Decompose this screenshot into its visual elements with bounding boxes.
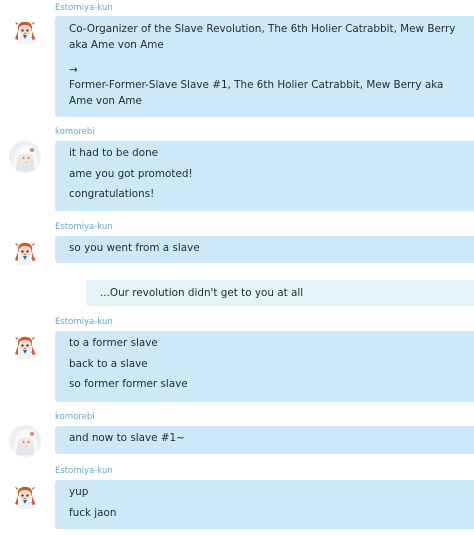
message-text: congratulations! bbox=[69, 188, 155, 200]
chibi-redhead-avatar-icon[interactable] bbox=[9, 480, 41, 512]
white-haired-girl-avatar-icon[interactable] bbox=[9, 141, 41, 173]
chibi-redhead-avatar-icon[interactable] bbox=[9, 330, 41, 362]
message-text: Co-Organizer of the Slave Revolution, Th… bbox=[69, 23, 456, 51]
message-text: to a former slave bbox=[69, 337, 158, 349]
chibi-redhead-avatar-icon[interactable] bbox=[9, 15, 41, 47]
system-message-bubble: ...Our revolution didn't get to you at a… bbox=[86, 280, 474, 306]
message-text: fuck jaon bbox=[69, 506, 117, 519]
message-text: Former-Former-Slave Slave #1, The 6th Ho… bbox=[69, 79, 444, 107]
sender-name[interactable]: komorebi bbox=[55, 127, 95, 137]
message-text: it had to be done bbox=[69, 147, 159, 159]
sender-name[interactable]: Estomiya-kun bbox=[55, 466, 113, 476]
sender-name[interactable]: Estomiya-kun bbox=[55, 222, 113, 232]
sender-name[interactable]: Estomiya-kun bbox=[55, 3, 113, 13]
sender-name[interactable]: komorebi bbox=[55, 412, 95, 422]
message-text: ame you got promoted! bbox=[69, 167, 193, 180]
chat-log: Estomiya-kun Co-Organizer of the Slave R… bbox=[0, 0, 474, 535]
message-text: and now to slave #1~ bbox=[69, 432, 185, 444]
white-haired-girl-avatar-icon[interactable] bbox=[9, 425, 41, 457]
message-bubble: Co-Organizer of the Slave Revolution, Th… bbox=[55, 16, 474, 117]
message-bubble: it had to be done ame you got promoted! … bbox=[55, 141, 474, 211]
message-text: so you went from a slave bbox=[69, 242, 200, 254]
chibi-redhead-avatar-icon[interactable] bbox=[9, 236, 41, 268]
message-text: back to a slave bbox=[69, 357, 148, 370]
message-text: yup bbox=[69, 486, 89, 498]
message-text: → bbox=[69, 64, 78, 76]
sender-name[interactable]: Estomiya-kun bbox=[55, 317, 113, 327]
system-message-text: ...Our revolution didn't get to you at a… bbox=[100, 287, 304, 299]
message-bubble: so you went from a slave bbox=[55, 236, 474, 263]
message-bubble: yup fuck jaon bbox=[55, 480, 474, 529]
message-text: so former former slave bbox=[69, 378, 188, 390]
message-bubble: and now to slave #1~ bbox=[55, 426, 474, 454]
message-bubble: to a former slave back to a slave so for… bbox=[55, 331, 474, 402]
